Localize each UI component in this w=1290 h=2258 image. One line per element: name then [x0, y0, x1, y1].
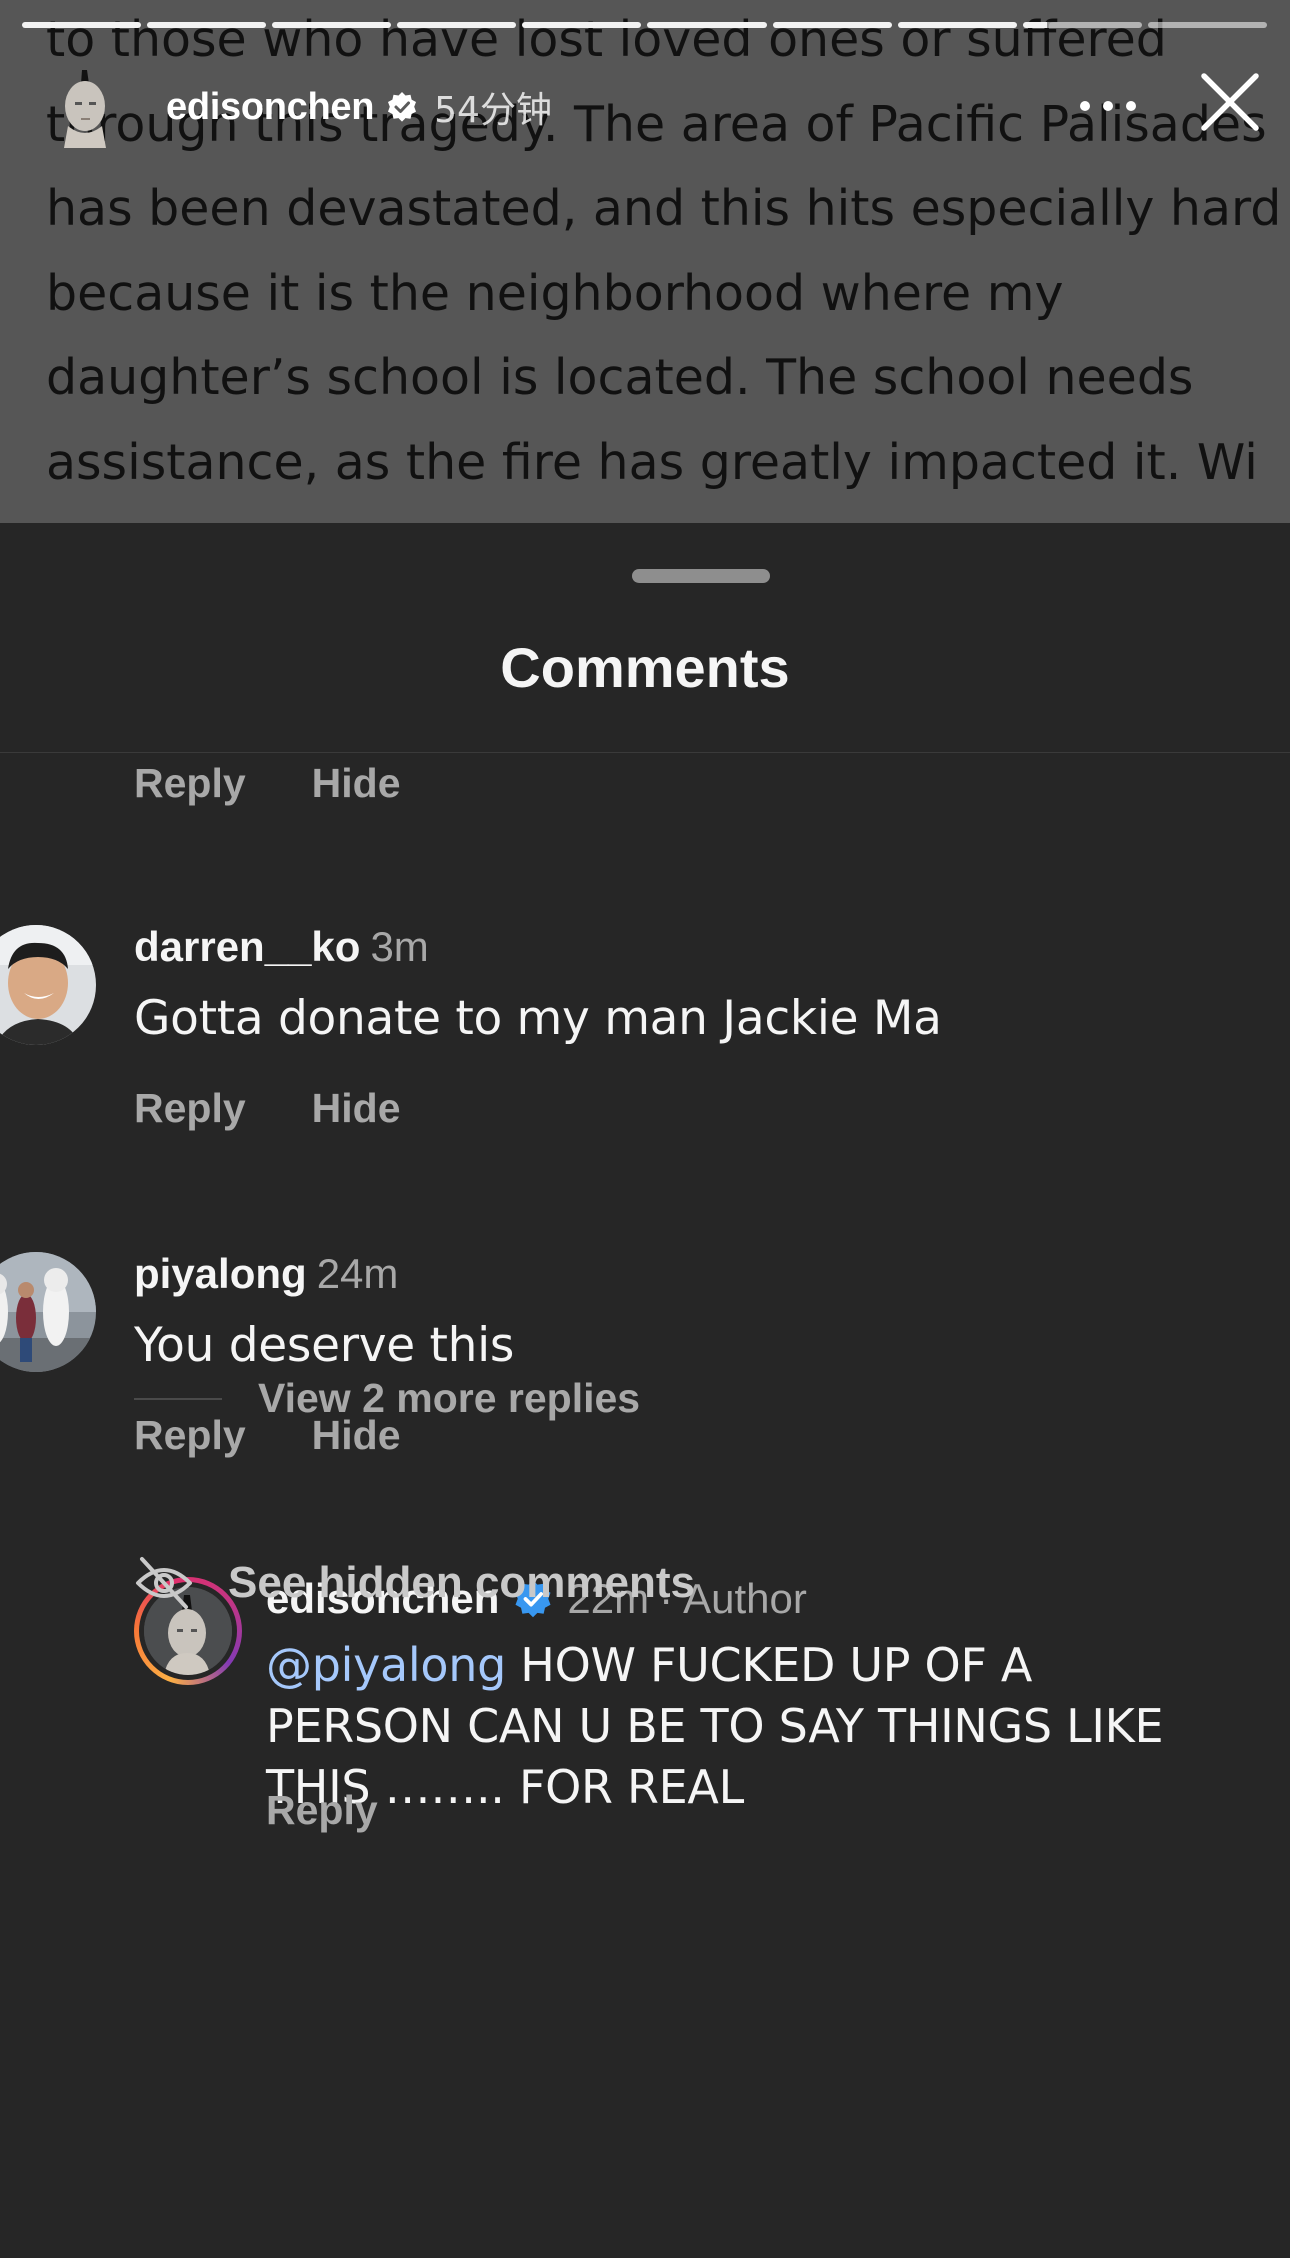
view-more-label: View 2 more replies [258, 1375, 641, 1421]
sheet-drag-handle[interactable] [632, 569, 770, 583]
comment-meta: darren__ko 3m [134, 923, 429, 971]
story-progress-segment [147, 22, 267, 28]
reply-button[interactable]: Reply [134, 1085, 246, 1132]
comment-text: Gotta donate to my man Jackie Ma [134, 991, 942, 1046]
thread-line [134, 1397, 222, 1400]
view-more-replies-button[interactable]: View 2 more replies [134, 1375, 640, 1422]
story-progress-segment [22, 22, 142, 28]
mention-link[interactable]: @piyalong [266, 1638, 506, 1692]
reply-button[interactable]: Reply [134, 760, 246, 807]
see-hidden-comments-label: See hidden comments [228, 1558, 696, 1607]
comment-username[interactable]: piyalong [134, 1250, 307, 1297]
reply-text: @piyalong HOW FUCKED UP OF A PERSON CAN … [266, 1635, 1216, 1818]
avatar[interactable] [0, 1252, 96, 1372]
story-caption-line: assistance, as the fire has greatly impa… [46, 433, 1258, 491]
reply-button[interactable]: Reply [266, 1787, 378, 1834]
story-username[interactable]: edisonchen [166, 86, 374, 129]
story-progress-segment [772, 22, 892, 28]
story-progress-segment [397, 22, 517, 28]
comment-username[interactable]: darren__ko [134, 923, 360, 970]
story-progress-segment [1147, 22, 1267, 28]
comment-text: You deserve this [134, 1318, 515, 1373]
story-progress-segment [897, 22, 1017, 28]
story-header: edisonchen 54分钟 [56, 64, 1256, 150]
comment-timestamp: 3m [370, 923, 429, 970]
comment-timestamp: 24m [316, 1250, 399, 1297]
story-timestamp: 54分钟 [434, 90, 552, 131]
story-avatar[interactable] [56, 66, 114, 148]
comment-actions: Reply Hide [134, 760, 401, 807]
story-caption-line: because it is the neighborhood where my [46, 264, 1064, 322]
story-progress-segment [647, 22, 767, 28]
eye-off-icon [134, 1553, 194, 1613]
hide-button[interactable]: Hide [312, 1085, 401, 1132]
sheet-title: Comments [500, 636, 790, 699]
story-caption-line: has been devastated, and this hits espec… [46, 180, 1282, 237]
hide-button[interactable]: Hide [312, 760, 401, 807]
story-progress-bar [22, 22, 1267, 28]
close-icon[interactable] [1200, 72, 1260, 132]
story-progress-segment [1022, 22, 1142, 28]
author-label: Author [683, 1575, 807, 1622]
avatar[interactable] [0, 925, 96, 1045]
reply-actions: Reply [266, 1787, 378, 1834]
story-progress-segment [272, 22, 392, 28]
story-progress-segment [522, 22, 642, 28]
divider [0, 752, 1290, 753]
see-hidden-comments-button[interactable]: See hidden comments [134, 1553, 695, 1613]
comment-meta: piyalong 24m [134, 1250, 398, 1298]
comment-actions: Reply Hide [134, 1085, 401, 1132]
story-caption-line: daughter’s school is located. The school… [46, 349, 1194, 406]
verified-badge-icon [386, 91, 418, 123]
comments-sheet: Comments Reply Hide darren__ko 3m Gotta d… [0, 523, 1290, 2258]
more-dots-icon[interactable] [1080, 96, 1136, 116]
story-background: to those who have lost loved ones or suf… [0, 0, 1290, 523]
